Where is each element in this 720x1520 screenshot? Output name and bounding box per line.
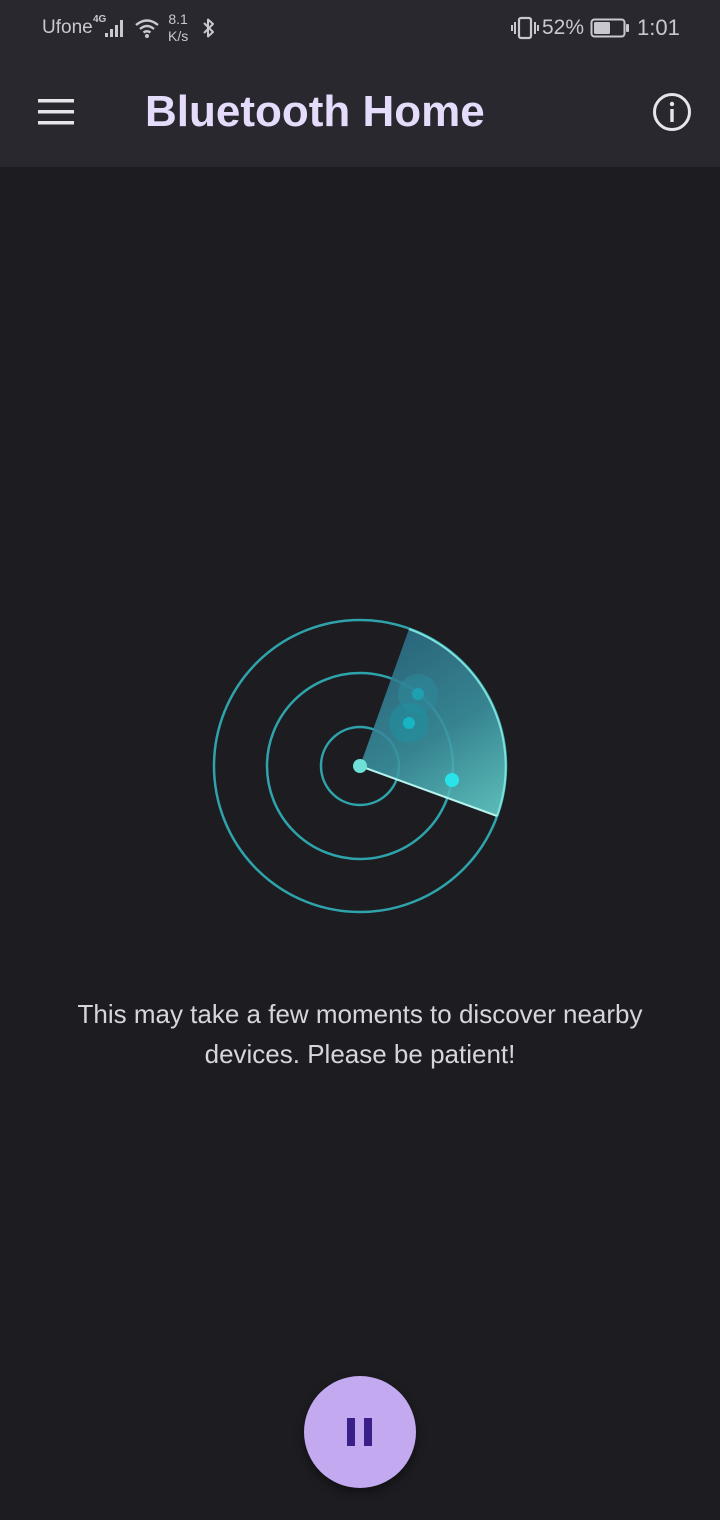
bluetooth-icon <box>201 0 217 56</box>
data-speed-value: 8.1 <box>168 11 188 27</box>
wifi-icon <box>134 0 160 56</box>
data-speed: 8.1 K/s <box>168 0 188 56</box>
signal-icon <box>104 0 126 56</box>
battery-icon <box>590 0 630 56</box>
radar-sweep <box>360 629 506 816</box>
menu-button[interactable] <box>28 84 84 140</box>
info-button[interactable] <box>644 84 700 140</box>
radar-blip-dot <box>445 773 459 787</box>
info-icon <box>653 93 691 131</box>
radar-scanner <box>212 618 508 914</box>
status-bar: Ufone 4G 8.1 K/s 52% 1:01 <box>0 0 720 56</box>
pause-scan-button[interactable] <box>304 1376 416 1488</box>
data-speed-unit: K/s <box>168 28 189 44</box>
radar-blip-dot <box>403 717 415 729</box>
battery-percent: 52% <box>542 16 585 39</box>
hamburger-menu-icon <box>38 99 74 125</box>
app-bar: Bluetooth Home <box>0 56 720 167</box>
radar-blip-dot <box>412 688 424 700</box>
carrier-name: Ufone <box>42 17 93 38</box>
pause-icon <box>347 1418 372 1446</box>
page-title: Bluetooth Home <box>145 87 485 136</box>
vibrate-icon <box>510 0 540 56</box>
radar-center-dot <box>353 759 367 773</box>
clock: 1:01 <box>637 15 680 40</box>
scan-message: This may take a few moments to discover … <box>77 999 643 1069</box>
screen: Ufone 4G 8.1 K/s 52% 1:01 Bluetooth Home… <box>0 0 720 1520</box>
